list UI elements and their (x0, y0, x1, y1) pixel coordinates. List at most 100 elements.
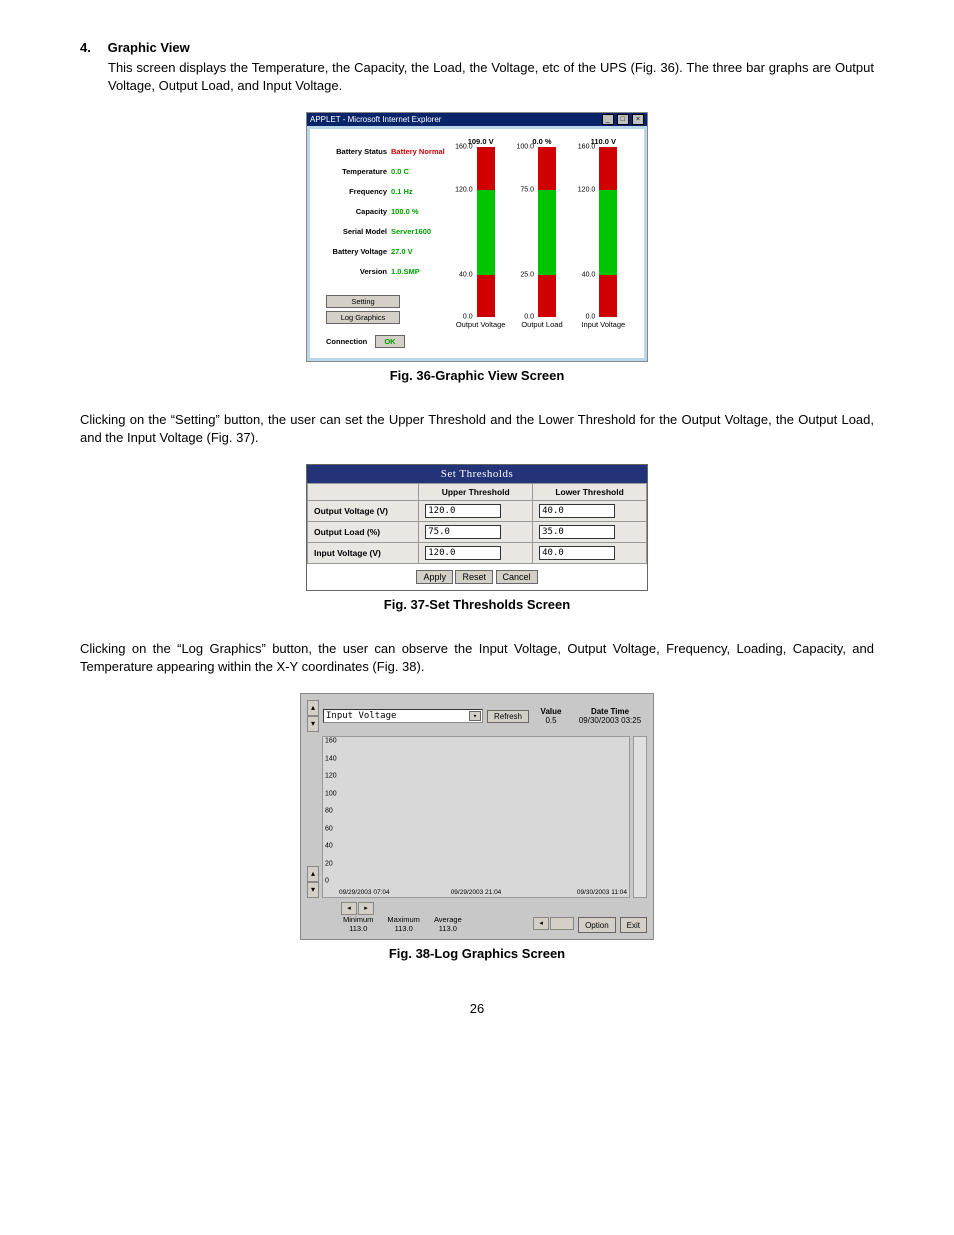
label-capacity: Capacity (316, 207, 391, 227)
avg-value: 113.0 (439, 924, 457, 933)
paragraph-1: This screen displays the Temperature, th… (108, 59, 874, 94)
bar-tick: 100.0 (516, 144, 534, 151)
y-tick: 120 (325, 773, 337, 780)
min-value: 113.0 (349, 924, 367, 933)
setting-button[interactable]: Setting (326, 295, 400, 308)
hscroll-left-button[interactable]: ◂ (341, 902, 357, 915)
fig38-window: ▴ ▾ Input Voltage ▾ Refresh Value 0.5 Da… (300, 693, 654, 940)
avg-label: Average (434, 915, 462, 924)
row-label: Input Voltage (V) (308, 543, 419, 564)
y-tick: 20 (325, 860, 333, 867)
exit-button[interactable]: Exit (620, 917, 647, 933)
bar-tick: 40.0 (459, 271, 473, 278)
bar-tick: 120.0 (455, 186, 473, 193)
lower-threshold-input[interactable] (539, 525, 615, 539)
page-number: 26 (80, 1001, 874, 1016)
x-right: 09/30/2003 11:04 (577, 889, 627, 896)
bar-tick: 0.0 (524, 314, 534, 321)
lower-threshold-input[interactable] (539, 546, 615, 560)
x-left: 09/29/2003 07:04 (339, 889, 390, 896)
y-tick: 40 (325, 843, 333, 850)
label-serial-model: Serial Model (316, 227, 391, 247)
label-temperature: Temperature (316, 167, 391, 187)
bar-tick: 75.0 (520, 186, 534, 193)
value-frequency: 0.1 Hz (391, 187, 446, 207)
bar-tick: 40.0 (582, 271, 596, 278)
bar-tick: 160.0 (578, 144, 596, 151)
label-battery-status: Battery Status (316, 147, 391, 167)
minimize-icon[interactable]: _ (602, 114, 614, 125)
y-tick: 140 (325, 755, 337, 762)
section-title: Graphic View (108, 40, 190, 55)
upper-threshold-input[interactable] (425, 525, 501, 539)
label-version: Version (316, 267, 391, 287)
paragraph-3: Clicking on the “Log Graphics” button, t… (80, 640, 874, 675)
value-battery-status: Battery Normal (391, 147, 446, 167)
nav-down2-button[interactable]: ▾ (307, 882, 319, 898)
apply-button[interactable]: Apply (416, 570, 453, 584)
cancel-button[interactable]: Cancel (496, 570, 538, 584)
close-icon[interactable]: × (632, 114, 644, 125)
col-lower: Lower Threshold (533, 484, 647, 501)
bar-tick: 25.0 (520, 271, 534, 278)
bar-column: 0.0 %100.075.025.00.0Output Load (516, 137, 568, 346)
section-number: 4. (80, 40, 104, 55)
fig37-dialog: Set Thresholds Upper Threshold Lower Thr… (306, 464, 648, 591)
upper-threshold-input[interactable] (425, 546, 501, 560)
bar-caption: Input Voltage (577, 320, 629, 329)
datetime-label: Date Time (573, 707, 647, 716)
bar-column: 109.0 V160.0120.040.00.0Output Voltage (455, 137, 507, 346)
value-version: 1.0.SMP (391, 267, 446, 287)
option-button[interactable]: Option (578, 917, 616, 933)
window-controls: _ □ × (601, 114, 644, 125)
fig36-caption: Fig. 36-Graphic View Screen (80, 368, 874, 383)
y-tick: 0 (325, 878, 329, 885)
row-label: Output Voltage (V) (308, 501, 419, 522)
nav-up-button[interactable]: ▴ (307, 700, 319, 716)
maximize-icon[interactable]: □ (617, 114, 629, 125)
section-heading: 4. Graphic View (80, 40, 874, 55)
x-mid: 09/29/2003 21:04 (451, 889, 502, 896)
fig36-title: APPLET - Microsoft Internet Explorer (310, 115, 441, 124)
value-serial-model: Server1600 (391, 227, 446, 247)
value-capacity: 100.0 % (391, 207, 446, 227)
hscroll2-left-button[interactable]: ◂ (533, 917, 549, 930)
fig38-chart: 09/29/2003 07:04 09/29/2003 21:04 09/30/… (322, 736, 630, 898)
value-temperature: 0.0 C (391, 167, 446, 187)
hscroll2-track[interactable] (550, 917, 574, 930)
table-row: Input Voltage (V) (308, 543, 647, 564)
nav-up2-button[interactable]: ▴ (307, 866, 319, 882)
upper-threshold-input[interactable] (425, 504, 501, 518)
value-battery-voltage: 27.0 V (391, 247, 446, 267)
value-label: Value (533, 707, 569, 716)
bar-tick: 0.0 (463, 314, 473, 321)
nav-down-button[interactable]: ▾ (307, 716, 319, 732)
refresh-button[interactable]: Refresh (487, 710, 529, 723)
series-select[interactable]: Input Voltage ▾ (323, 709, 483, 723)
bar-caption: Output Voltage (455, 320, 507, 329)
max-label: Maximum (387, 915, 420, 924)
bar-caption: Output Load (516, 320, 568, 329)
min-label: Minimum (343, 915, 373, 924)
bar-tick: 160.0 (455, 144, 473, 151)
vscrollbar[interactable] (633, 736, 647, 898)
label-connection: Connection (326, 337, 367, 346)
fig36-window: APPLET - Microsoft Internet Explorer _ □… (306, 112, 648, 362)
fig37-caption: Fig. 37-Set Thresholds Screen (80, 597, 874, 612)
y-tick: 80 (325, 808, 333, 815)
hscroll-right-button[interactable]: ▸ (358, 902, 374, 915)
series-select-value: Input Voltage (326, 711, 396, 721)
datetime-reading: 09/30/2003 03:25 (573, 716, 647, 725)
reset-button[interactable]: Reset (455, 570, 493, 584)
label-frequency: Frequency (316, 187, 391, 207)
max-value: 113.0 (395, 924, 413, 933)
fig36-titlebar: APPLET - Microsoft Internet Explorer _ □… (307, 113, 647, 126)
col-upper: Upper Threshold (419, 484, 533, 501)
fig38-caption: Fig. 38-Log Graphics Screen (80, 946, 874, 961)
y-tick: 100 (325, 790, 337, 797)
fig37-title: Set Thresholds (307, 465, 647, 483)
bar-column: 110.0 V160.0120.040.00.0Input Voltage (577, 137, 629, 346)
lower-threshold-input[interactable] (539, 504, 615, 518)
log-graphics-button[interactable]: Log Graphics (326, 311, 400, 324)
col-blank (308, 484, 419, 501)
